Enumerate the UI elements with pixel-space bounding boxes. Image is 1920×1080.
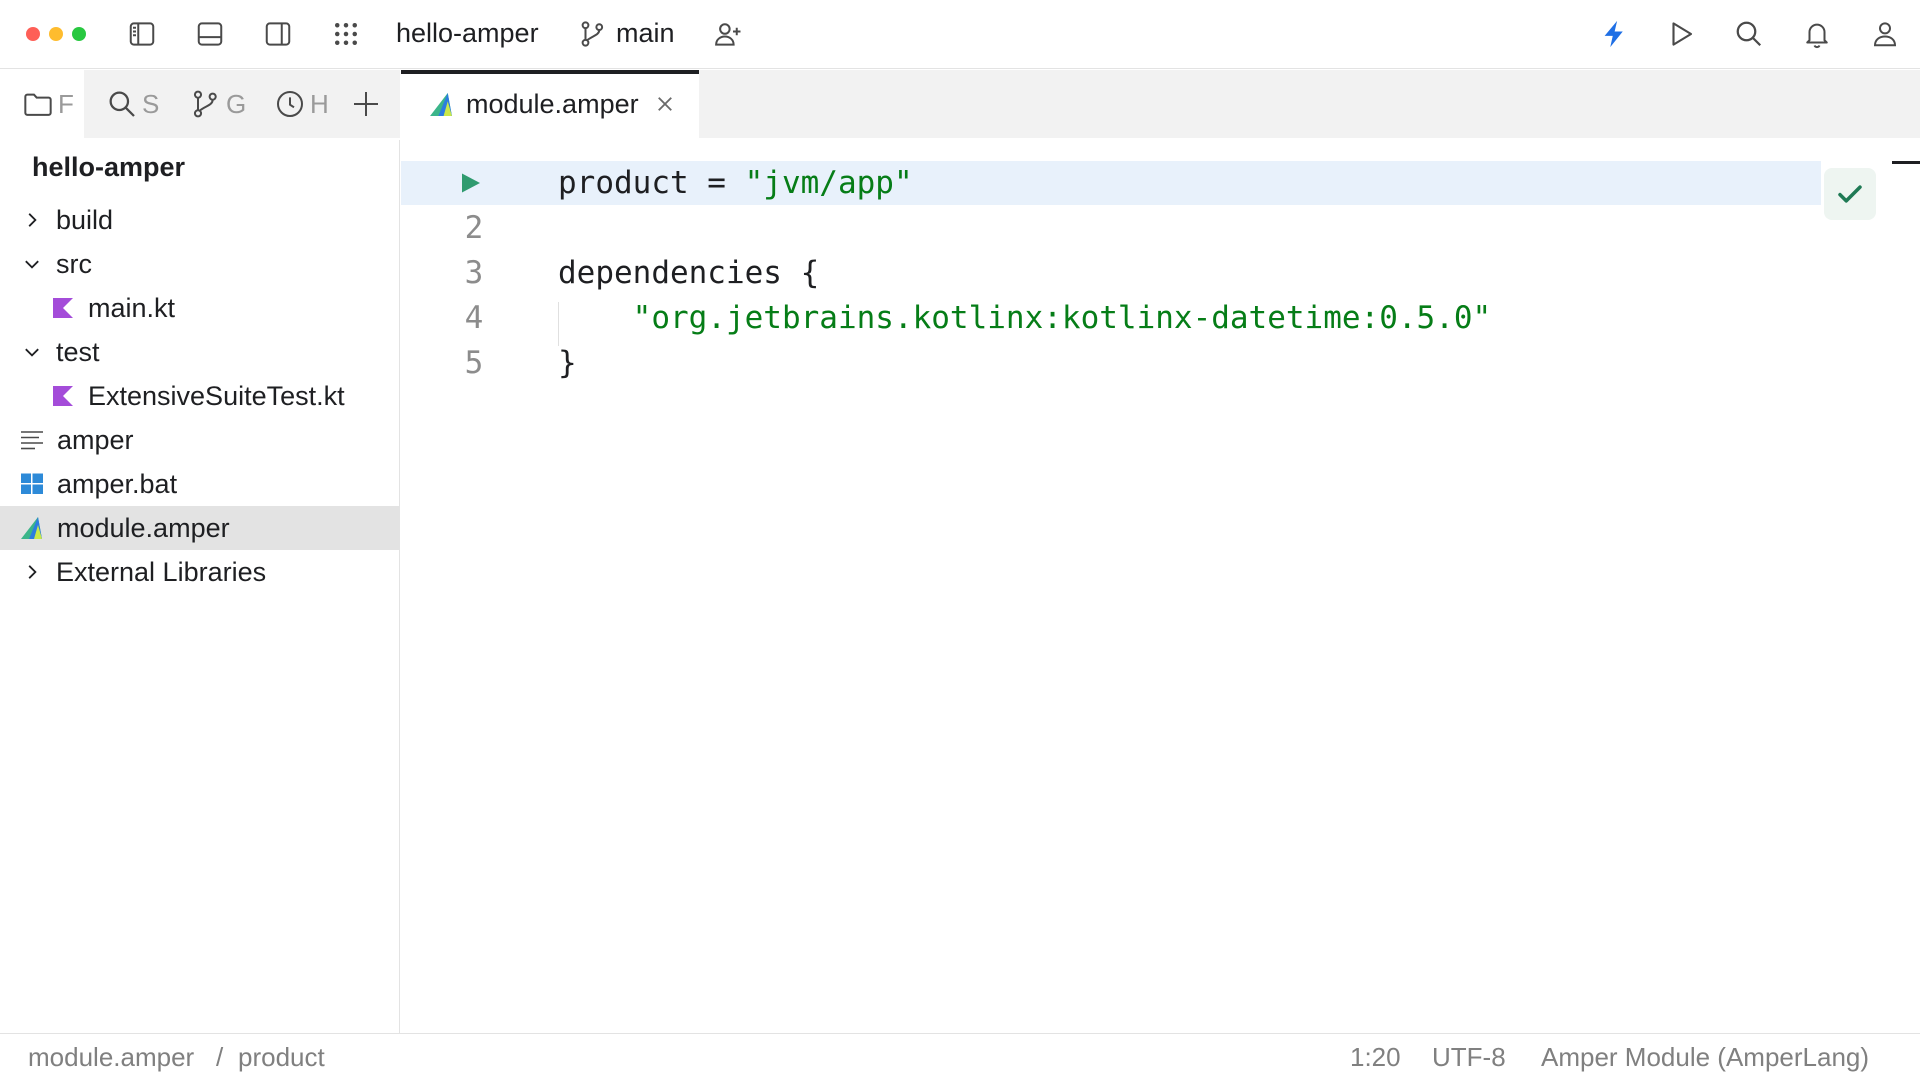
amper-icon: [429, 92, 454, 117]
code-token: }: [558, 345, 577, 381]
checkmark-icon: [1838, 185, 1862, 203]
tree-item-module-amper[interactable]: module.amper: [0, 506, 400, 550]
tool-window-tabs: F S G H: [0, 70, 400, 138]
text-file-icon: [19, 427, 45, 453]
git-branch-icon: [573, 14, 613, 54]
tree-item-src[interactable]: src: [0, 242, 400, 286]
line-number: 3: [464, 255, 484, 291]
code-line-4[interactable]: 4 "org.jetbrains.kotlinx:kotlinx-datetim…: [401, 296, 1920, 340]
add-user-icon[interactable]: [708, 14, 748, 54]
search-icon[interactable]: [1729, 14, 1769, 54]
minimize-window-button[interactable]: [49, 27, 63, 41]
tab-history-label: H: [310, 88, 329, 119]
breadcrumb-node[interactable]: product: [238, 1042, 325, 1073]
code-token-string: "org.jetbrains.kotlinx:kotlinx-datetime:…: [632, 300, 1492, 336]
tab-history[interactable]: H: [274, 86, 330, 122]
tree-root[interactable]: hello-amper: [32, 152, 185, 183]
tab-git[interactable]: G: [190, 86, 248, 122]
project-name[interactable]: hello-amper: [396, 18, 539, 49]
editor-tab-label: module.amper: [466, 88, 639, 119]
search-icon: [109, 91, 135, 117]
file-encoding[interactable]: UTF-8: [1432, 1042, 1506, 1073]
tree-item-test[interactable]: test: [0, 330, 400, 374]
tree-item-amper-bat[interactable]: amper.bat: [0, 462, 400, 506]
kotlin-icon: [50, 383, 76, 409]
status-bar: module.amper / product 1:20 UTF-8 Amper …: [0, 1033, 1920, 1080]
tree-item-label: amper.bat: [57, 468, 178, 499]
tab-search-label: S: [142, 88, 160, 119]
chevron-down-icon[interactable]: [21, 341, 43, 363]
project-tree: hello-amper build src main.kt test Exten…: [0, 140, 400, 1033]
zoom-window-button[interactable]: [72, 27, 86, 41]
user-icon[interactable]: [1865, 14, 1905, 54]
tab-project[interactable]: F: [22, 86, 78, 122]
code-line-5[interactable]: 5 }: [401, 341, 1920, 385]
code-line-2[interactable]: 2: [401, 206, 1920, 250]
run-icon[interactable]: [1661, 14, 1701, 54]
git-branch-icon: [193, 90, 217, 118]
chevron-right-icon[interactable]: [21, 561, 43, 583]
inspection-status[interactable]: [1824, 168, 1876, 220]
tree-item-extensive-suite-test[interactable]: ExtensiveSuiteTest.kt: [0, 374, 400, 418]
code-token: dependencies {: [558, 255, 820, 291]
code-token-string: "jvm/app": [744, 165, 913, 201]
close-icon[interactable]: [655, 94, 675, 114]
tree-item-label: External Libraries: [56, 556, 267, 587]
tree-item-external-libraries[interactable]: External Libraries: [0, 550, 400, 594]
tree-item-main-kt[interactable]: main.kt: [0, 286, 400, 330]
run-gutter-icon[interactable]: [458, 171, 482, 195]
code-line-3[interactable]: 3 dependencies {: [401, 251, 1920, 295]
plus-icon: [354, 92, 378, 116]
panel-bottom-icon[interactable]: [190, 14, 230, 54]
sidebar-right-icon[interactable]: [258, 14, 298, 54]
title-bar: hello-amper main: [0, 0, 1920, 69]
tree-item-label: main.kt: [88, 292, 176, 323]
editor-tab-module-amper[interactable]: module.amper: [401, 70, 699, 138]
tree-item-label: test: [56, 336, 100, 367]
tree-item-label: ExtensiveSuiteTest.kt: [88, 380, 345, 411]
close-window-button[interactable]: [26, 27, 40, 41]
tree-item-label: build: [56, 204, 114, 235]
apps-grid-icon[interactable]: [326, 14, 366, 54]
add-tab-button[interactable]: [350, 86, 386, 122]
tree-item-build[interactable]: build: [0, 198, 400, 242]
breadcrumb-separator: /: [216, 1042, 224, 1072]
tree-item-label: amper: [57, 424, 134, 455]
bell-icon[interactable]: [1797, 14, 1837, 54]
line-number: 5: [464, 345, 484, 381]
tab-project-label: F: [58, 88, 74, 119]
tree-item-label: module.amper: [57, 512, 230, 543]
amper-icon: [19, 515, 45, 541]
windows-icon: [19, 471, 45, 497]
clock-icon: [277, 91, 303, 117]
tree-item-label: src: [56, 248, 92, 279]
file-language[interactable]: Amper Module (AmperLang): [1541, 1042, 1869, 1073]
branch-name[interactable]: main: [616, 18, 675, 49]
lightning-icon[interactable]: [1594, 14, 1634, 54]
editor-tabs: module.amper: [401, 70, 1920, 138]
caret-position[interactable]: 1:20: [1350, 1042, 1401, 1073]
line-number: 2: [464, 210, 484, 246]
window-controls: [26, 27, 86, 41]
tree-item-amper[interactable]: amper: [0, 418, 400, 462]
sidebar-left-icon[interactable]: [122, 14, 162, 54]
tab-search[interactable]: S: [106, 86, 164, 122]
breadcrumb-file[interactable]: module.amper: [28, 1042, 194, 1073]
code-token: product =: [558, 165, 745, 201]
folder-icon: [24, 93, 52, 116]
code-editor[interactable]: product = "jvm/app" 2 3 dependencies { 4…: [401, 138, 1920, 1033]
tab-git-label: G: [226, 88, 247, 119]
kotlin-icon: [50, 295, 76, 321]
code-line-1[interactable]: product = "jvm/app": [401, 161, 1920, 205]
chevron-down-icon[interactable]: [21, 253, 43, 275]
line-number: 4: [464, 300, 484, 336]
chevron-right-icon[interactable]: [21, 209, 43, 231]
